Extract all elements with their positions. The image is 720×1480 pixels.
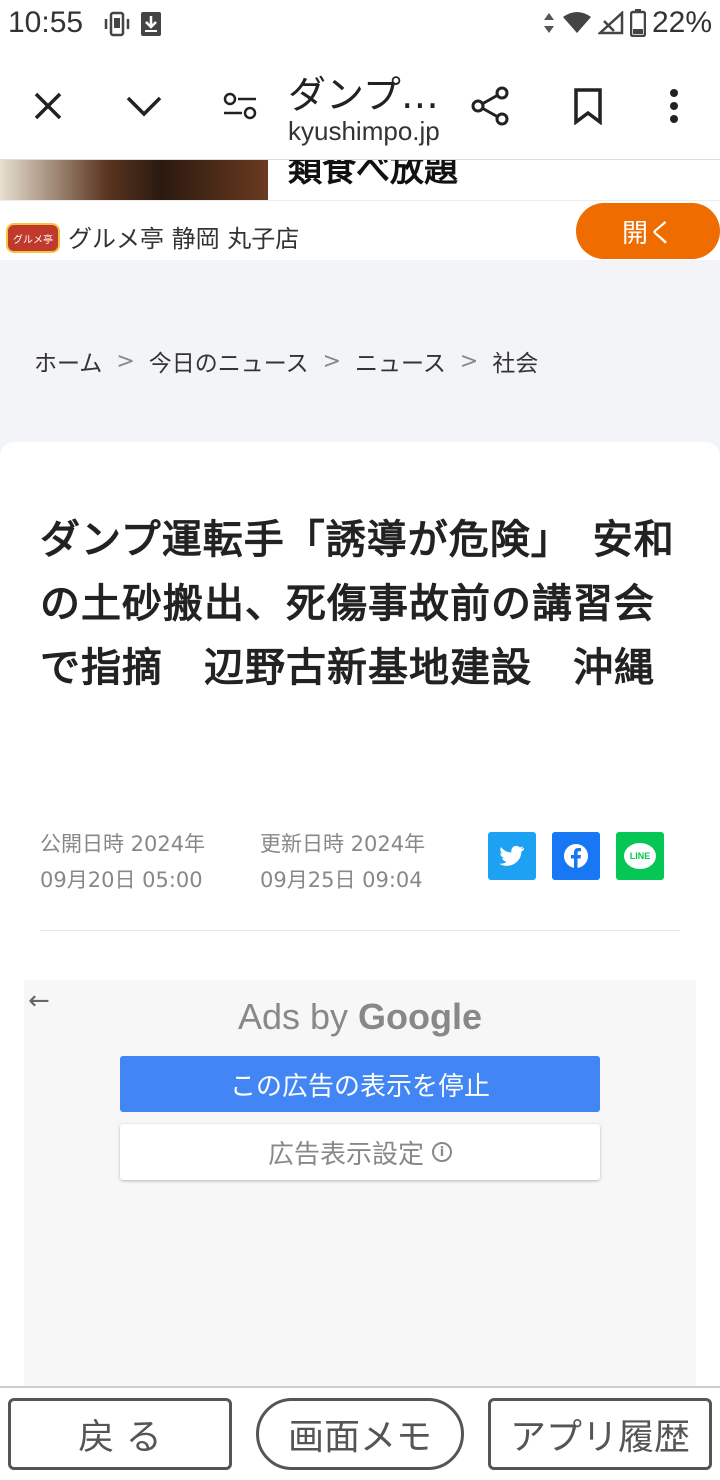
- browser-toolbar: ダンプ… kyushimpo.jp: [0, 52, 720, 160]
- back-button[interactable]: 戻 る: [8, 1398, 232, 1470]
- chevron-right-icon: >: [322, 348, 342, 374]
- store-name[interactable]: グルメ亭 静岡 丸子店: [68, 219, 299, 254]
- ad-settings-label: 広告表示設定: [267, 1139, 424, 1170]
- status-bar: 10:55 22%: [0, 0, 720, 52]
- download-icon: [141, 12, 161, 36]
- site-settings-icon[interactable]: [218, 84, 262, 128]
- facebook-icon: [564, 844, 588, 868]
- share-icon[interactable]: [468, 84, 512, 128]
- screen-memo-button[interactable]: 画面メモ: [256, 1398, 464, 1470]
- signal-icon: [597, 11, 624, 35]
- chevron-right-icon: >: [459, 348, 479, 374]
- ad-store-row: グルメ亭 グルメ亭 静岡 丸子店 開く: [0, 200, 720, 260]
- breadcrumb-society[interactable]: 社会: [492, 344, 538, 378]
- more-options-icon[interactable]: [652, 84, 696, 128]
- stop-ad-button[interactable]: この広告の表示を停止: [120, 1056, 600, 1112]
- line-share-button[interactable]: LINE: [616, 832, 664, 880]
- article-card: ダンプ運転手「誘導が危険」 安和の土砂搬出、死傷事故前の講習会で指摘 辺野古新基…: [0, 442, 720, 1386]
- breadcrumb-today-news[interactable]: 今日のニュース: [149, 344, 309, 378]
- twitter-share-button[interactable]: [488, 832, 536, 880]
- ad-settings-button[interactable]: 広告表示設定 i: [120, 1124, 600, 1180]
- bottom-bar: 戻 る 画面メモ アプリ履歴: [0, 1386, 720, 1480]
- store-logo: グルメ亭: [6, 223, 60, 253]
- battery-percent: 22%: [651, 6, 712, 39]
- breadcrumb: ホーム > 今日のニュース > ニュース > 社会: [34, 344, 538, 378]
- updated-label: 更新日時 2024年: [260, 832, 426, 856]
- ad-headline[interactable]: 類食べ放題: [288, 160, 458, 191]
- vibrate-icon: [104, 11, 130, 37]
- google-ads-box: ← Ads by Google この広告の表示を停止 広告表示設定 i: [24, 980, 696, 1386]
- ad-image[interactable]: [0, 160, 268, 200]
- published-date: 09月20日 05:00: [40, 868, 203, 892]
- page-title[interactable]: ダンプ…: [288, 64, 439, 119]
- google-logo: Google: [358, 996, 483, 1037]
- breadcrumb-home[interactable]: ホーム: [34, 344, 102, 378]
- line-icon: LINE: [624, 843, 656, 869]
- bookmark-icon[interactable]: [566, 84, 610, 128]
- status-notification-icons: [104, 10, 164, 38]
- info-icon: i: [432, 1142, 452, 1162]
- facebook-share-button[interactable]: [552, 832, 600, 880]
- data-arrows-icon: [543, 13, 554, 33]
- published-label: 公開日時 2024年: [40, 832, 206, 856]
- line-icon-label: LINE: [629, 851, 651, 861]
- battery-icon: [629, 9, 646, 37]
- ads-by-google: Ads by Google: [24, 996, 696, 1038]
- chevron-right-icon: >: [116, 348, 135, 374]
- page-domain[interactable]: kyushimpo.jp: [288, 116, 440, 147]
- status-right: 22%: [542, 6, 712, 40]
- ad-banner[interactable]: 類食べ放題 グルメ亭 グルメ亭 静岡 丸子店 開く: [0, 160, 720, 260]
- published-meta: 公開日時 2024年 09月20日 05:00: [40, 826, 205, 898]
- chevron-down-icon[interactable]: [122, 84, 166, 128]
- app-history-button[interactable]: アプリ履歴: [488, 1398, 712, 1470]
- status-time: 10:55: [8, 6, 84, 39]
- wifi-icon: [562, 12, 591, 33]
- breadcrumb-news[interactable]: ニュース: [355, 344, 446, 378]
- article-title: ダンプ運転手「誘導が危険」 安和の土砂搬出、死傷事故前の講習会で指摘 辺野古新基…: [40, 517, 675, 691]
- close-icon[interactable]: [26, 84, 70, 128]
- divider: [40, 930, 680, 931]
- twitter-icon: [499, 845, 524, 866]
- open-button[interactable]: 開く: [576, 203, 720, 259]
- ads-by-label: Ads by: [237, 996, 349, 1037]
- updated-date: 09月25日 09:04: [260, 868, 423, 892]
- updated-meta: 更新日時 2024年 09月25日 09:04: [260, 826, 425, 898]
